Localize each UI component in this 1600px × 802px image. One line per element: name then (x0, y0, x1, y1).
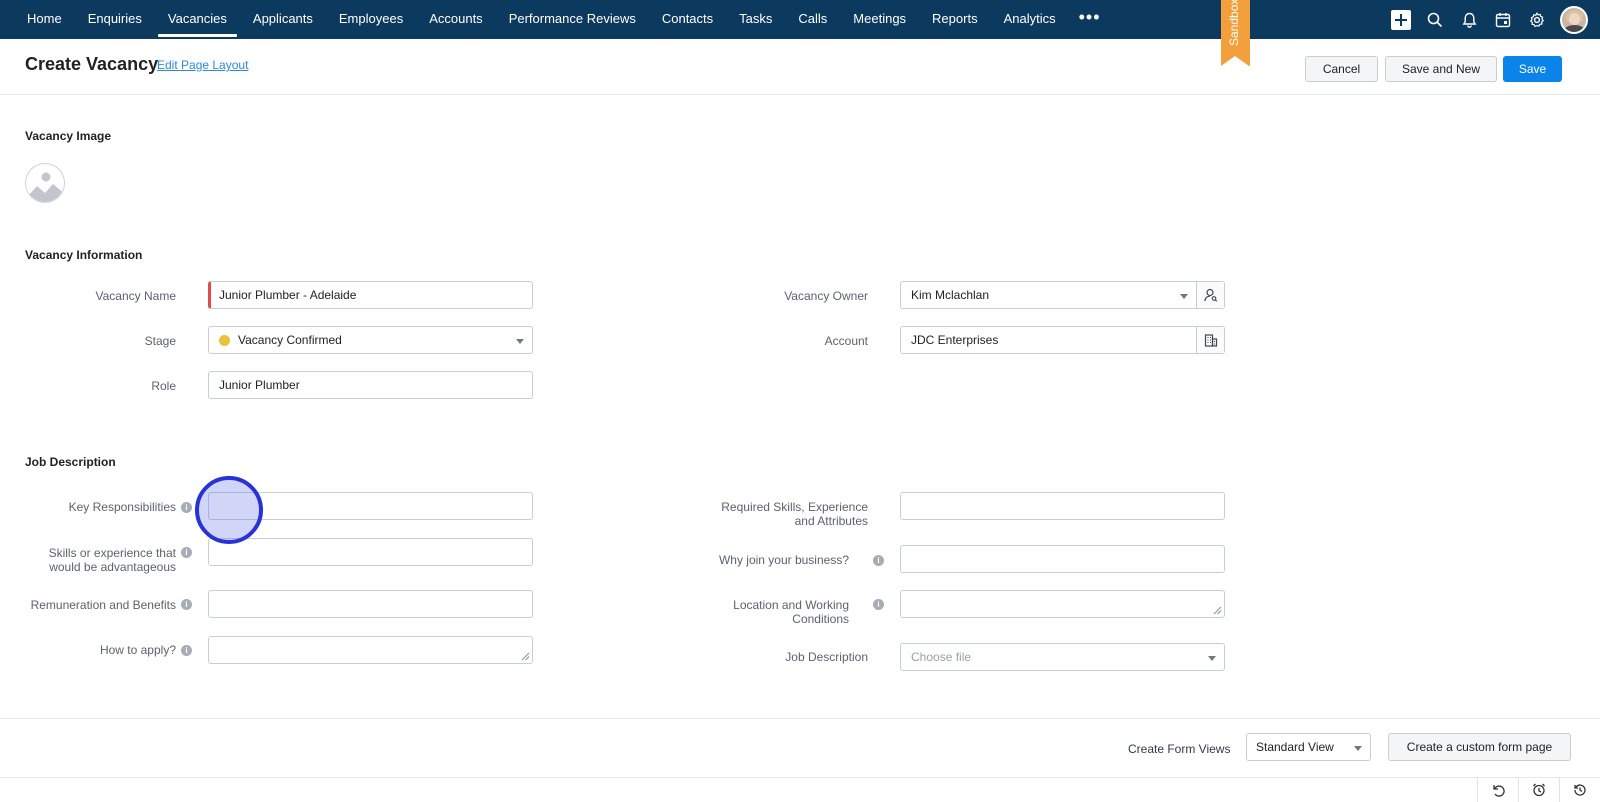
location-conditions-label: Location and Working Conditions (733, 598, 849, 626)
vacancy-name-input[interactable]: Junior Plumber - Adelaide (208, 281, 533, 309)
user-lookup-icon[interactable] (1196, 282, 1224, 308)
section-title-vacancy-information: Vacancy Information (25, 248, 143, 262)
required-skills-label-line2: and Attributes (794, 514, 868, 528)
chevron-down-icon (1208, 656, 1216, 661)
nav-menu: Home Enquiries Vacancies Applicants Employee… (0, 0, 1069, 39)
page-title: Create Vacancy (25, 54, 159, 74)
key-responsibilities-input[interactable] (208, 492, 533, 520)
create-form-views-label: Create Form Views (1128, 742, 1231, 756)
skills-advantageous-input[interactable] (208, 538, 533, 566)
why-join-label: Why join your business? (718, 553, 849, 567)
building-lookup-icon[interactable] (1196, 327, 1224, 353)
resize-handle-icon[interactable] (1213, 606, 1222, 615)
info-icon[interactable]: i (873, 599, 884, 610)
nav-tab-analytics[interactable]: Analytics (991, 0, 1069, 39)
nav-tab-contacts[interactable]: Contacts (649, 0, 726, 39)
page-header: Create Vacancy Edit Page Layout Cancel S… (0, 39, 1600, 95)
create-custom-form-page-button[interactable]: Create a custom form page (1388, 733, 1571, 761)
user-avatar[interactable] (1560, 5, 1588, 34)
bell-icon[interactable] (1452, 0, 1486, 39)
gear-icon[interactable] (1520, 0, 1554, 39)
location-conditions-label-line1: Location and Working (733, 598, 849, 612)
nav-tab-home[interactable]: Home (14, 0, 75, 39)
section-title-vacancy-image: Vacancy Image (25, 129, 112, 143)
how-to-apply-label: How to apply? (99, 643, 176, 657)
calendar-icon[interactable] (1486, 0, 1520, 39)
stage-label: Stage (144, 334, 176, 348)
stage-select[interactable]: Vacancy Confirmed (208, 326, 533, 354)
edit-page-layout-link[interactable]: Edit Page Layout (157, 58, 248, 72)
stage-status-dot (219, 334, 230, 346)
history-icon[interactable] (1559, 778, 1600, 802)
bottom-toolbar (0, 777, 1600, 802)
vacancy-owner-select[interactable]: Kim Mclachlan (900, 281, 1225, 309)
how-to-apply-textarea[interactable] (208, 636, 533, 664)
save-button[interactable]: Save (1503, 56, 1562, 82)
chevron-down-icon (1354, 746, 1362, 751)
skills-advantageous-label-line2: would be advantageous (49, 560, 176, 574)
top-navigation: Home Enquiries Vacancies Applicants Employee… (0, 0, 1600, 39)
vacancy-owner-label: Vacancy Owner (784, 289, 868, 303)
info-icon[interactable]: i (873, 555, 884, 566)
skills-advantageous-label-line1: Skills or experience that (48, 546, 176, 560)
remuneration-label: Remuneration and Benefits (30, 598, 176, 612)
remuneration-input[interactable] (208, 590, 533, 618)
info-icon[interactable]: i (181, 502, 192, 513)
nav-tab-tasks[interactable]: Tasks (726, 0, 785, 39)
nav-tab-applicants[interactable]: Applicants (240, 0, 326, 39)
required-skills-input[interactable] (900, 492, 1225, 520)
image-placeholder-icon (26, 172, 64, 202)
info-icon[interactable]: i (181, 645, 192, 656)
nav-tab-enquiries[interactable]: Enquiries (75, 0, 155, 39)
section-title-job-description: Job Description (25, 455, 116, 469)
nav-tab-accounts[interactable]: Accounts (416, 0, 495, 39)
why-join-input[interactable] (900, 545, 1225, 573)
chevron-down-icon (516, 339, 524, 344)
form-view-select[interactable]: Standard View (1246, 733, 1371, 761)
nav-tab-reports[interactable]: Reports (919, 0, 991, 39)
nav-tab-vacancies[interactable]: Vacancies (155, 0, 240, 39)
search-icon[interactable] (1418, 0, 1452, 39)
chevron-down-icon (1180, 294, 1188, 299)
form-footer: Create Form Views Standard View Create a… (0, 718, 1600, 778)
job-description-file-select[interactable]: Choose file (900, 643, 1225, 671)
required-skills-label: Required Skills, Experience and Attribut… (721, 500, 868, 528)
cancel-button[interactable]: Cancel (1305, 56, 1378, 82)
job-description-file-label: Job Description (785, 650, 868, 664)
role-input[interactable]: Junior Plumber (208, 371, 533, 399)
plus-icon[interactable] (1384, 0, 1418, 39)
vacancy-name-label: Vacancy Name (95, 289, 176, 303)
resize-handle-icon[interactable] (521, 652, 530, 661)
save-and-new-button[interactable]: Save and New (1385, 56, 1497, 82)
nav-tab-calls[interactable]: Calls (785, 0, 840, 39)
nav-tab-employees[interactable]: Employees (326, 0, 416, 39)
required-skills-label-line1: Required Skills, Experience (721, 500, 868, 514)
alarm-clock-icon[interactable] (1518, 778, 1559, 802)
location-conditions-textarea[interactable] (900, 590, 1225, 618)
nav-tab-meetings[interactable]: Meetings (840, 0, 919, 39)
key-responsibilities-label: Key Responsibilities (68, 500, 176, 514)
nav-tab-performance-reviews[interactable]: Performance Reviews (496, 0, 649, 39)
skills-advantageous-label: Skills or experience that would be advan… (49, 546, 176, 574)
nav-right-tools (1384, 0, 1600, 39)
info-icon[interactable]: i (181, 599, 192, 610)
info-icon[interactable]: i (181, 547, 192, 558)
more-tabs-icon[interactable]: ••• (1069, 0, 1111, 39)
location-conditions-label-line2: Conditions (792, 612, 849, 626)
account-lookup-input[interactable]: JDC Enterprises (900, 326, 1225, 354)
role-label: Role (151, 379, 176, 393)
vacancy-image-upload[interactable] (25, 163, 65, 203)
undo-icon[interactable] (1477, 778, 1518, 802)
account-label: Account (824, 334, 868, 348)
